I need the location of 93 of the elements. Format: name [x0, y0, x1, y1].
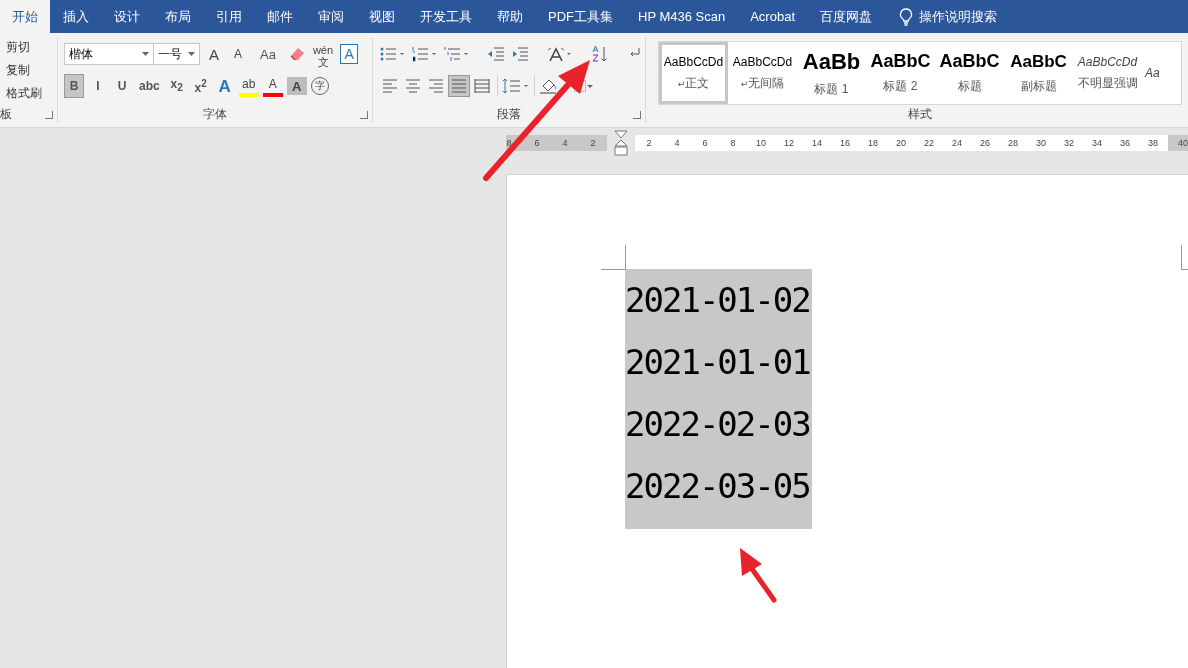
font-size-field[interactable]: 一号 — [153, 43, 200, 65]
ruler-number: 38 — [1147, 137, 1160, 150]
style-item[interactable]: AaBbCcDd ↵正文 — [659, 42, 728, 104]
lightbulb-icon — [899, 7, 913, 26]
numbered-list-icon[interactable] — [411, 46, 437, 62]
date-text: 2022-02-03 — [625, 403, 811, 446]
ruler-number: 20 — [895, 137, 908, 150]
format-toggle-button[interactable]: B — [64, 74, 84, 98]
indent-marker-icon[interactable] — [614, 130, 629, 156]
text-direction-icon[interactable] — [547, 46, 573, 62]
margin-corner-mark — [601, 245, 626, 270]
bullet-list-icon[interactable] — [379, 46, 405, 62]
style-item[interactable]: AaBbCcDd ↵无间隔 — [728, 42, 797, 104]
ruler-number: 28 — [1007, 137, 1020, 150]
ribbon-tab[interactable]: 视图 — [357, 0, 407, 33]
ruler-number: 2 — [645, 137, 653, 150]
ribbon-tab[interactable]: 插入 — [51, 0, 101, 33]
grow-font-button[interactable]: A — [204, 42, 224, 66]
search-label[interactable]: 操作说明搜索 — [919, 7, 997, 26]
ribbon-tab[interactable]: 邮件 — [255, 0, 305, 33]
ribbon-tab[interactable]: Acrobat — [738, 0, 807, 33]
ribbon-tab[interactable]: HP M436 Scan — [626, 0, 738, 33]
paint-bucket-icon[interactable] — [539, 77, 559, 95]
sort-icon[interactable] — [591, 45, 609, 63]
ribbon-tab[interactable]: 帮助 — [485, 0, 535, 33]
change-case-button[interactable]: Aa — [252, 42, 284, 66]
font-name-field[interactable]: 楷体 — [64, 43, 154, 65]
ribbon-tab[interactable]: 设计 — [102, 0, 152, 33]
ruler-number: 16 — [839, 137, 852, 150]
group-label: 段落 — [497, 105, 521, 123]
clipboard-button[interactable]: 格式刷 — [0, 83, 57, 104]
ruler-number: 8 — [506, 137, 513, 150]
ruler-number: 40 — [1177, 137, 1188, 150]
ruler-number: 36 — [1119, 137, 1132, 150]
date-text: 2021-01-01 — [625, 341, 811, 384]
line-spacing-icon[interactable] — [502, 78, 530, 94]
ruler-number: 4 — [561, 137, 569, 150]
format-toggle-button[interactable]: I — [88, 74, 108, 98]
ruler-number: 6 — [701, 137, 709, 150]
style-item[interactable]: Aa — [1142, 42, 1181, 104]
increase-indent-icon[interactable] — [511, 46, 529, 62]
shrink-font-button[interactable]: A — [228, 42, 248, 66]
text-effect-button[interactable]: A — [214, 74, 235, 98]
group-label: 样式 — [908, 105, 932, 123]
style-item[interactable]: AaBb 标题 1 — [797, 42, 866, 104]
ribbon-tab[interactable]: 百度网盘 — [808, 0, 884, 33]
ribbon-tab[interactable]: 布局 — [153, 0, 203, 33]
character-border-button[interactable]: A — [340, 44, 359, 64]
group-label: 字体 — [203, 105, 227, 123]
ruler-number: 18 — [867, 137, 880, 150]
style-item[interactable]: AaBbC 副标题 — [1004, 42, 1073, 104]
clipboard-button[interactable]: 剪切 — [0, 37, 57, 58]
ribbon-tab[interactable]: 开始 — [0, 0, 50, 33]
ribbon-tab[interactable]: 审阅 — [306, 0, 356, 33]
ruler-number: 22 — [923, 137, 936, 150]
dialog-launcher-icon[interactable] — [633, 111, 641, 119]
style-item[interactable]: AaBbCcDd 不明显强调 — [1073, 42, 1142, 104]
ribbon-tab[interactable]: 开发工具 — [408, 0, 484, 33]
highlight-button[interactable]: ab — [238, 75, 259, 97]
caret-icon[interactable] — [188, 52, 195, 56]
group-label: 板 — [0, 105, 12, 123]
style-item[interactable]: AaBbC 标题 — [935, 42, 1004, 104]
ruler-number: 32 — [1063, 137, 1076, 150]
ruler-number: 12 — [783, 137, 796, 150]
date-text: 2022-03-05 — [625, 465, 811, 508]
character-shading-button[interactable]: A — [286, 77, 307, 95]
ruler-number: 4 — [673, 137, 681, 150]
format-toggle-button[interactable]: U — [112, 74, 132, 98]
format-toggle-button[interactable]: abc — [136, 74, 163, 98]
ribbon-tab[interactable]: PDF工具集 — [536, 0, 625, 33]
caret-icon[interactable] — [142, 52, 149, 56]
date-text: 2021-01-02 — [625, 279, 811, 322]
phonetic-guide-button[interactable]: wén 文 — [309, 42, 337, 66]
ruler-number: 24 — [951, 137, 964, 150]
format-toggle-button[interactable]: x$^{2}$ — [190, 74, 211, 98]
ruler-number: 26 — [979, 137, 992, 150]
ruler-number: 8 — [729, 137, 737, 150]
ruler-number: 6 — [533, 137, 541, 150]
ribbon-tab[interactable]: 引用 — [204, 0, 254, 33]
dialog-launcher-icon[interactable] — [360, 111, 368, 119]
format-toggle-button[interactable]: x$_{2}$ — [166, 74, 187, 98]
decrease-indent-icon[interactable] — [487, 46, 505, 62]
ruler-number: 10 — [755, 137, 768, 150]
clipboard-button[interactable]: 复制 — [0, 60, 57, 81]
font-color-button[interactable]: A — [262, 75, 283, 97]
ruler-number: 2 — [589, 137, 597, 150]
multilevel-list-icon[interactable] — [443, 46, 469, 62]
caret-icon[interactable] — [587, 84, 593, 88]
ruler-number: 14 — [811, 137, 824, 150]
ruler-number: 30 — [1035, 137, 1048, 150]
style-item[interactable]: AaBbC 标题 2 — [866, 42, 935, 104]
ruler-number: 34 — [1091, 137, 1104, 150]
dialog-launcher-icon[interactable] — [45, 111, 53, 119]
